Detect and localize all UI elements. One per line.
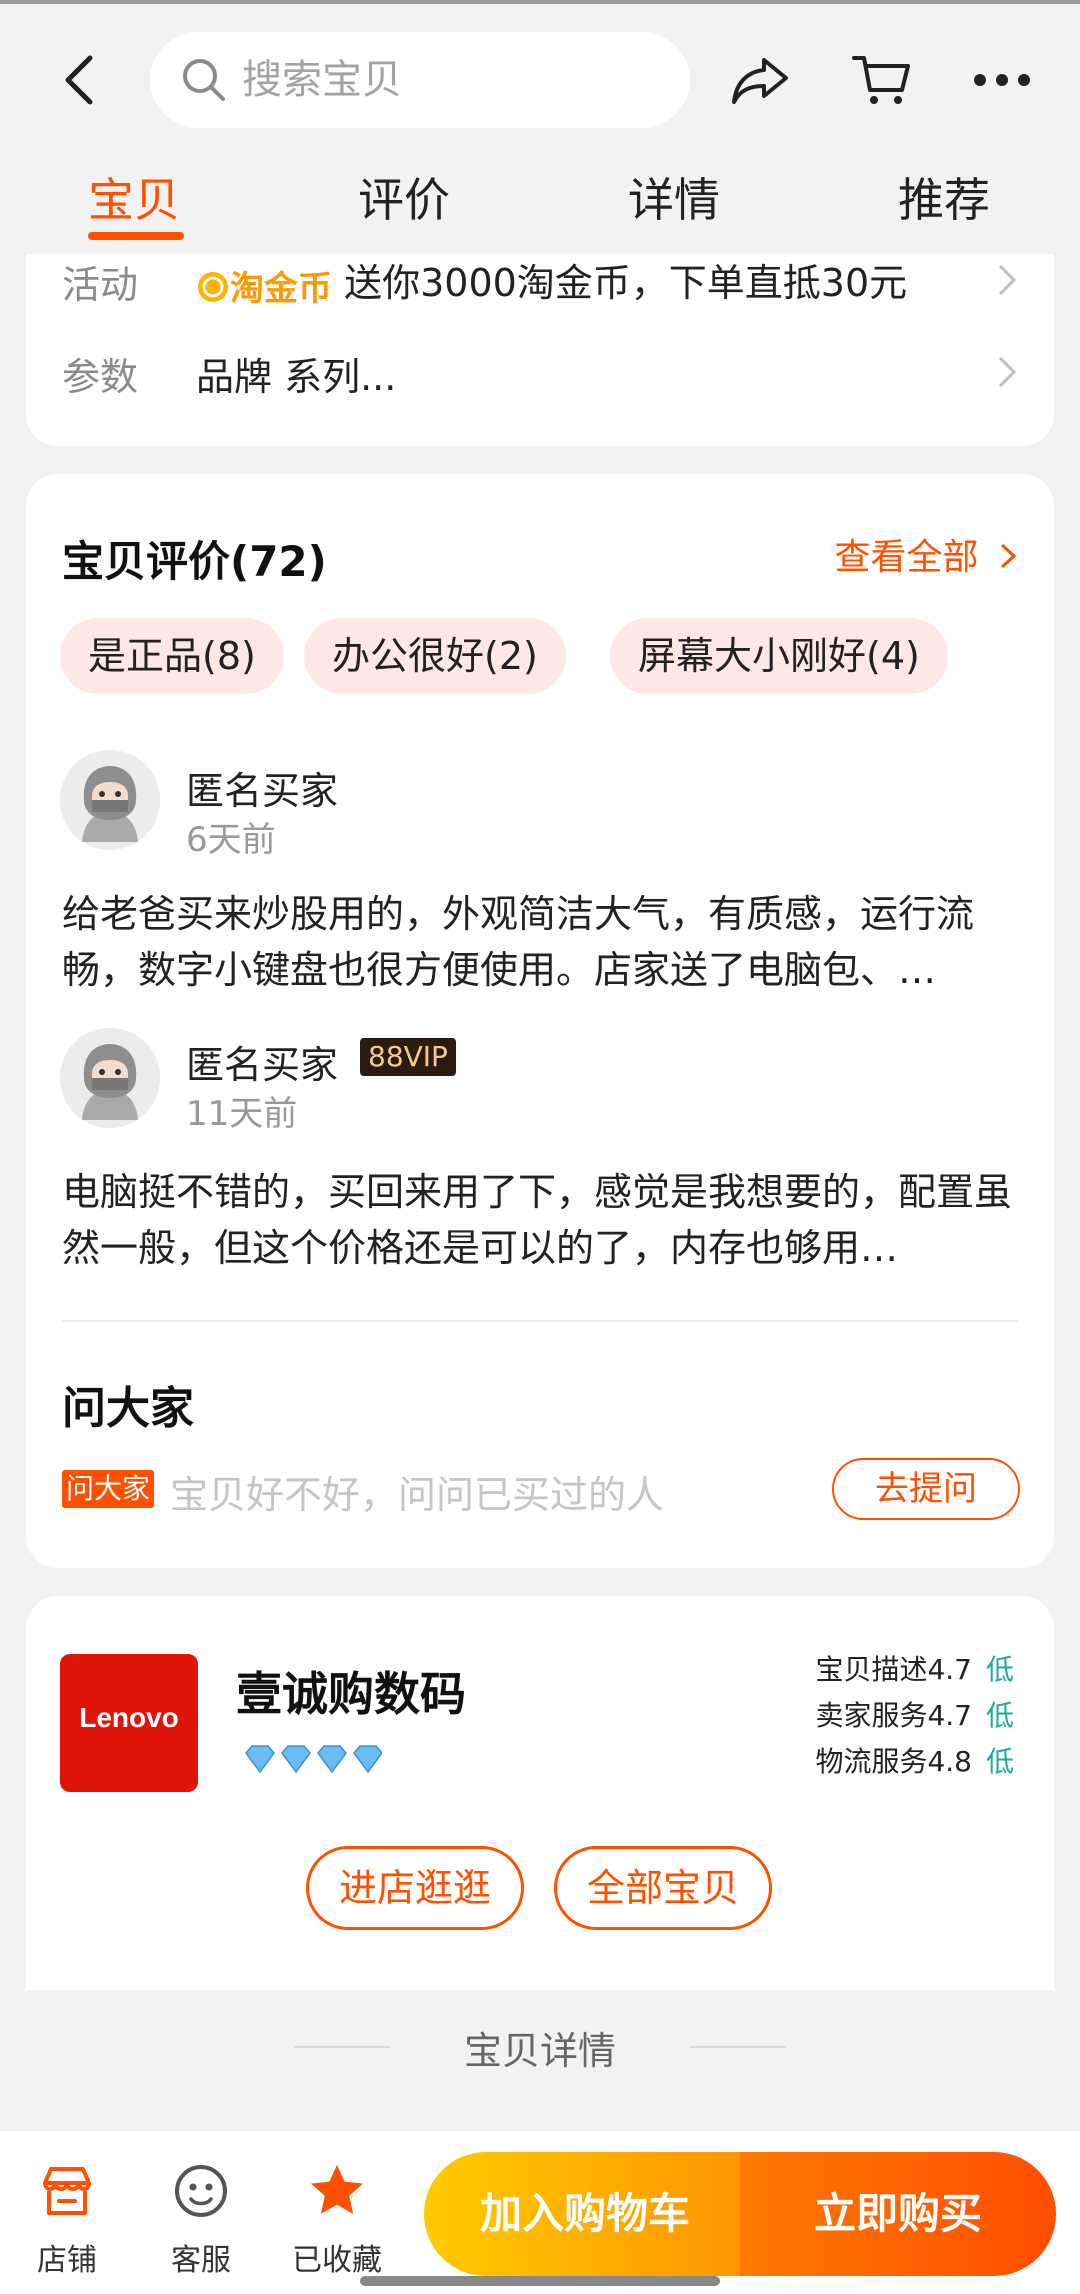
params-value[interactable]: 品牌 系列... xyxy=(196,346,396,401)
tab-baobei[interactable]: 宝贝 xyxy=(88,164,180,230)
score-logistics: 物流服务4.8 低 xyxy=(815,1740,1014,1780)
shop-name[interactable]: 壹诚购数码 xyxy=(236,1658,466,1724)
share-icon[interactable] xyxy=(728,48,792,112)
bottom-label: 客服 xyxy=(171,2243,231,2278)
tab-bar: 宝贝 评价 详情 推荐 xyxy=(0,154,1080,254)
shop-rating-diamonds-icon xyxy=(245,1745,382,1774)
score-service: 卖家服务4.7 低 xyxy=(815,1694,1014,1734)
bottom-label: 已收藏 xyxy=(292,2243,382,2278)
params-label: 参数 xyxy=(62,355,139,399)
bottom-label: 店铺 xyxy=(37,2243,97,2278)
activity-text: 送你3000淘金币，下单直抵30元 xyxy=(344,261,908,305)
review-tag[interactable]: 办公很好(2) xyxy=(304,618,566,694)
params-chevron-icon[interactable] xyxy=(996,354,1018,390)
star-icon xyxy=(311,2165,363,2214)
reviewer-name: 匿名买家 xyxy=(186,769,339,813)
tab-reviews[interactable]: 评价 xyxy=(358,164,450,230)
review-tag[interactable]: 是正品(8) xyxy=(60,618,284,694)
review-text[interactable]: 电脑挺不错的，买回来用了下，感觉是我想要的，配置虽然一般，但这个价格还是可以的了… xyxy=(62,1164,1022,1276)
score-level: 低 xyxy=(985,1745,1014,1778)
active-tab-indicator xyxy=(88,232,184,240)
avatar xyxy=(60,750,160,850)
reviews-title: 宝贝评价(72) xyxy=(62,537,327,586)
score-label: 物流服务4.8 xyxy=(815,1745,972,1778)
add-to-cart-label: 加入购物车 xyxy=(479,2189,690,2238)
anonymous-avatar-icon xyxy=(60,750,160,850)
store-icon xyxy=(43,2167,91,2215)
bottom-service[interactable]: 客服 xyxy=(146,2161,256,2279)
buy-now-label: 立即购买 xyxy=(813,2189,982,2238)
detail-section-header: 宝贝详情 xyxy=(0,2010,1080,2080)
search-icon xyxy=(183,59,225,101)
review-text[interactable]: 给老爸买来炒股用的，外观简洁大气，有质感，运行流畅，数字小键盘也很方便使用。店家… xyxy=(62,886,1022,998)
activity-row[interactable]: 淘金币 送你3000淘金币，下单直抵30元 xyxy=(196,252,907,310)
taojinbi-logo: 淘金币 xyxy=(196,261,332,310)
review-tag[interactable]: 屏幕大小刚好(4) xyxy=(610,618,948,694)
reviewer-name: 匿名买家 xyxy=(186,1043,339,1087)
search-bar[interactable] xyxy=(150,32,690,128)
view-all-link[interactable]: 查看全部 xyxy=(835,528,1018,580)
ask-badge: 问大家 xyxy=(62,1470,155,1508)
cart-icon[interactable] xyxy=(850,48,914,112)
view-all-label: 查看全部 xyxy=(834,537,979,578)
add-to-cart-button[interactable]: 加入购物车 xyxy=(424,2152,746,2276)
chevron-right-icon xyxy=(1000,543,1017,569)
ask-title: 问大家 xyxy=(62,1383,194,1434)
shop-logo[interactable]: Lenovo xyxy=(60,1654,198,1792)
score-label: 卖家服务4.7 xyxy=(815,1699,972,1732)
detail-title: 宝贝详情 xyxy=(463,2029,616,2073)
review-time: 6天前 xyxy=(186,820,276,860)
activity-chevron-icon[interactable] xyxy=(996,262,1018,298)
search-input[interactable] xyxy=(242,50,662,110)
coin-icon xyxy=(198,272,228,302)
shop-card: Lenovo 壹诚购数码 宝贝描述4.7 低 卖家服务4.7 低 物流服务4.8 低 … xyxy=(26,1596,1054,1990)
buy-now-button[interactable]: 立即购买 xyxy=(740,2152,1056,2276)
bottom-store[interactable]: 店铺 xyxy=(12,2161,122,2279)
enter-shop-button[interactable]: 进店逛逛 xyxy=(306,1846,524,1930)
activity-label: 活动 xyxy=(62,263,139,307)
tab-recommend[interactable]: 推荐 xyxy=(898,164,990,230)
score-description: 宝贝描述4.7 低 xyxy=(815,1648,1014,1688)
taojinbi-logo-text: 淘金币 xyxy=(230,269,332,309)
ask-question-button[interactable]: 去提问 xyxy=(832,1458,1020,1520)
divider xyxy=(62,1320,1018,1322)
ask-prompt[interactable]: 宝贝好不好，问问已买过的人 xyxy=(170,1464,664,1519)
home-indicator[interactable] xyxy=(360,2276,720,2286)
avatar xyxy=(60,1028,160,1128)
reviews-card: 宝贝评价(72) 查看全部 是正品(8) 办公很好(2) 屏幕大小刚好(4) 匿… xyxy=(26,474,1054,1568)
bottom-favorite[interactable]: 已收藏 xyxy=(282,2161,392,2279)
score-level: 低 xyxy=(985,1699,1014,1732)
score-level: 低 xyxy=(985,1653,1014,1686)
tab-details[interactable]: 详情 xyxy=(628,164,720,230)
header: 宝贝 评价 详情 推荐 xyxy=(0,4,1080,274)
review-time: 11天前 xyxy=(186,1094,298,1134)
more-icon[interactable] xyxy=(970,48,1034,112)
score-label: 宝贝描述4.7 xyxy=(815,1653,972,1686)
customer-service-icon xyxy=(175,2165,227,2217)
back-icon[interactable] xyxy=(56,50,106,110)
shop-logo-text: Lenovo xyxy=(79,1702,179,1733)
info-card: 活动 淘金币 送你3000淘金币，下单直抵30元 参数 品牌 系列... xyxy=(26,254,1054,446)
anonymous-avatar-icon xyxy=(60,1028,160,1128)
all-items-button[interactable]: 全部宝贝 xyxy=(554,1846,772,1930)
vip-badge: 88VIP xyxy=(360,1038,456,1076)
